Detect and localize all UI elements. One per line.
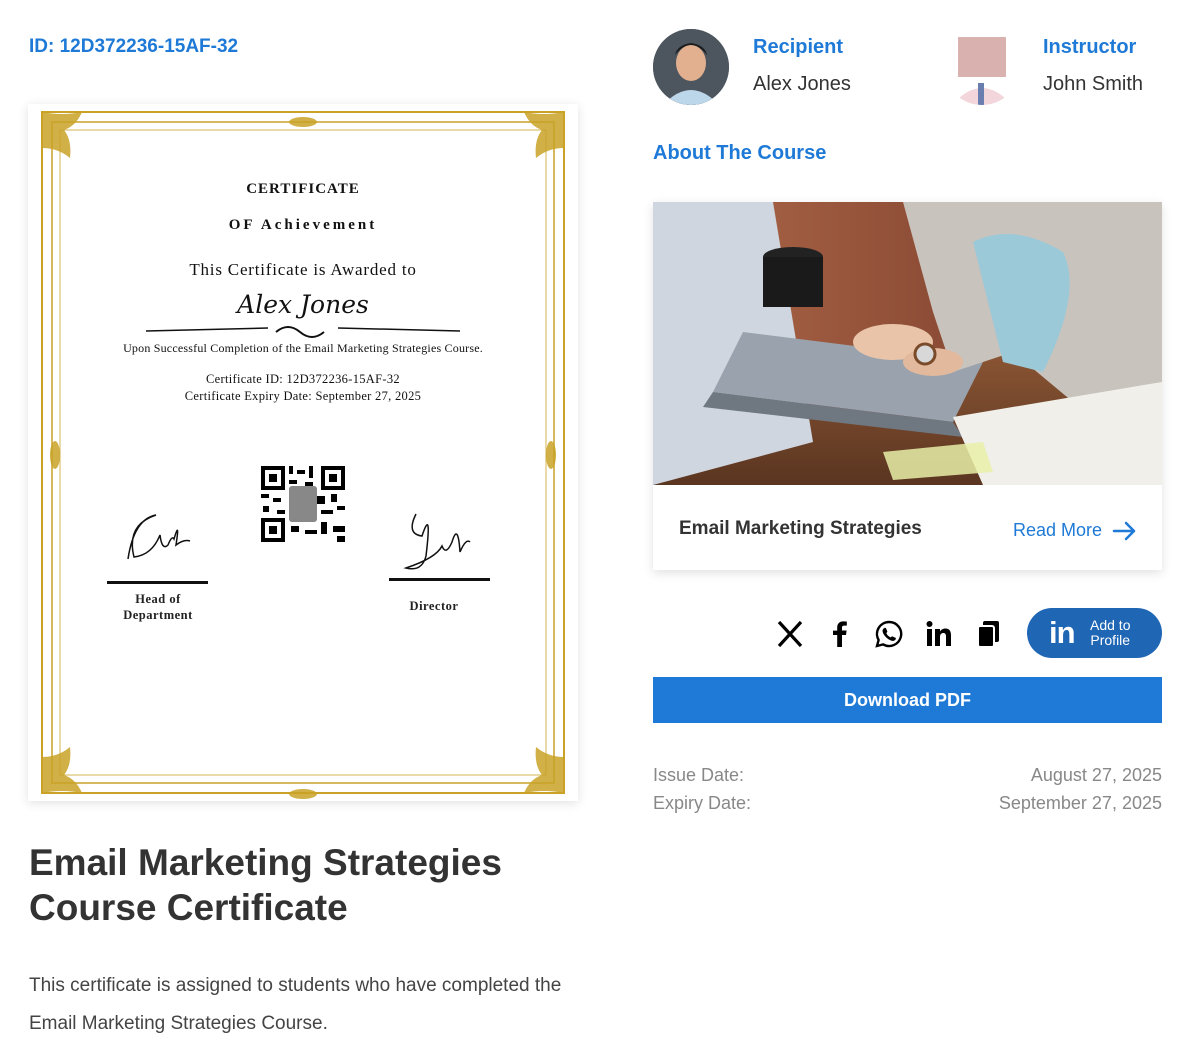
course-image [653,202,1162,485]
facebook-icon[interactable] [824,618,856,650]
copy-icon[interactable] [973,618,1005,650]
certificate-id-line: Certificate ID: 12D372236-15AF-32 [206,372,400,386]
head-of-department-signature [127,514,191,560]
instructor-label: Instructor [1043,36,1137,58]
instructor-name: John Smith [1043,73,1144,95]
certificate-completion-text: Upon Successful Completion of the Email … [123,341,483,355]
signature-line-director [389,578,490,581]
head-of-department-label: Head of Department [123,592,193,622]
qr-code [261,466,345,542]
add-to-profile-button[interactable]: in Add to Profile [1027,608,1162,658]
about-course-title: About The Course [653,142,827,164]
download-pdf-button[interactable]: Download PDF [653,677,1162,723]
linkedin-logo-icon: in [1049,615,1076,650]
expiry-date-value: September 27, 2025 [998,793,1162,813]
arrow-right-icon [1112,521,1136,540]
certificate-title: CERTIFICATE [246,181,360,197]
linkedin-icon[interactable] [923,618,955,650]
expiry-date-label: Expiry Date: [653,793,752,813]
director-label: Director [409,599,459,613]
director-signature [403,513,471,570]
issue-date-label: Issue Date: [653,765,745,785]
certificate-border-ornament [41,111,565,799]
certificate-preview[interactable]: CERTIFICATE OF Achievement This Certific… [28,104,578,801]
read-more-label: Read More [1013,520,1103,540]
certificate-expiry-line: Certificate Expiry Date: September 27, 2… [184,389,422,403]
issue-date-value: August 27, 2025 [1030,765,1162,785]
instructor-avatar [944,29,1020,105]
recipient-name: Alex Jones [753,73,851,95]
certificate-awarded-text: This Certificate is Awarded to [189,260,417,279]
course-card-title: Email Marketing Strategies [679,518,922,539]
course-certificate-heading: Email Marketing Strategies Course Certif… [29,842,502,928]
x-icon[interactable] [774,618,806,650]
whatsapp-icon[interactable] [873,618,905,650]
add-to-profile-label: Add to Profile [1090,617,1131,648]
certificate-subtitle: OF Achievement [228,217,378,233]
recipient-avatar [653,29,729,105]
signature-line-head [107,581,208,584]
certificate-recipient-name: Alex Jones [237,290,369,319]
recipient-label: Recipient [753,36,844,58]
course-card[interactable]: Email Marketing Strategies Read More [653,202,1162,570]
course-description: This certificate is assigned to students… [29,975,562,1034]
read-more-link[interactable]: Read More [1013,520,1138,541]
certificate-id: ID: 12D372236-15AF-32 [29,36,239,57]
